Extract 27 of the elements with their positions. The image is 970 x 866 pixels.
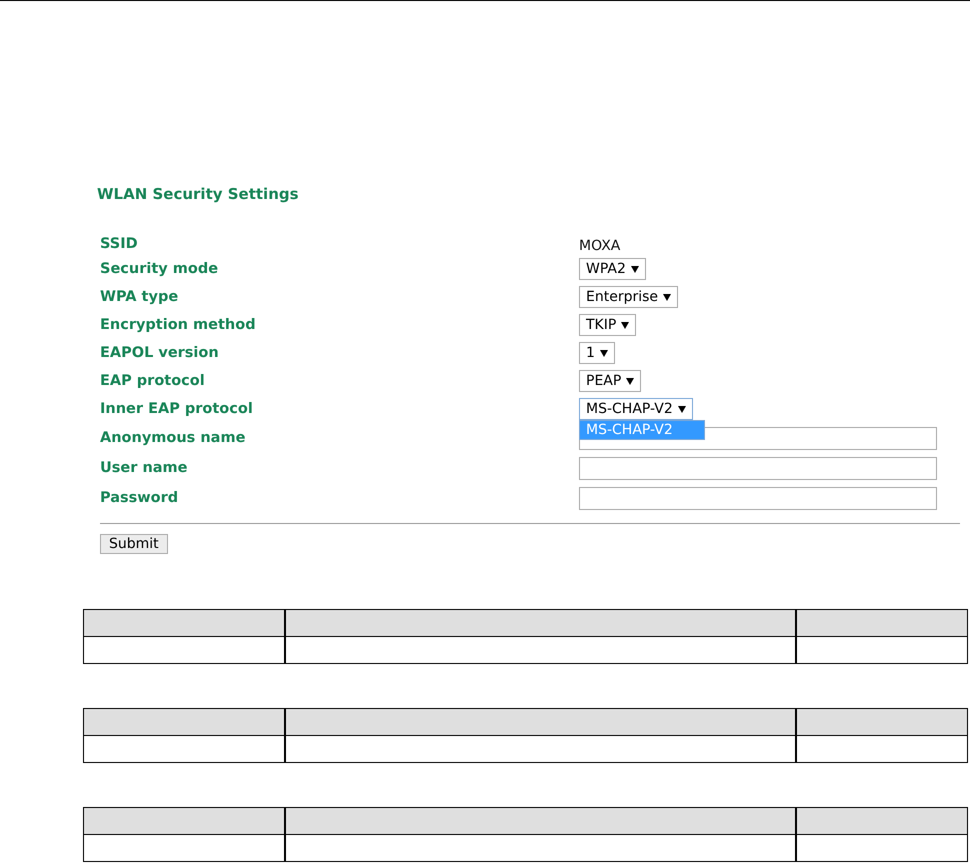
- caret-icon: [678, 406, 686, 412]
- field-label: Anonymous name: [100, 430, 246, 446]
- field-label: Security mode: [100, 261, 220, 277]
- dropdown[interactable]: WPA2: [579, 258, 646, 280]
- field-label: EAP protocol: [100, 373, 206, 389]
- dropdown[interactable]: MS-CHAP-V2: [579, 398, 693, 420]
- caret-icon: [663, 294, 672, 300]
- field-label: WPA type: [100, 289, 180, 305]
- dropdown[interactable]: TKIP: [579, 314, 636, 336]
- caret-icon: [600, 350, 608, 356]
- input-field[interactable]: [579, 486, 937, 510]
- field-label: Encryption method: [100, 317, 257, 333]
- field-label: Inner EAP protocol: [100, 401, 254, 417]
- field-label: Password: [100, 490, 180, 506]
- dropdown[interactable]: 1: [579, 342, 615, 364]
- field-label: SSID: [100, 236, 139, 252]
- submit-button[interactable]: Submit: [100, 534, 168, 554]
- input-field[interactable]: [579, 456, 937, 480]
- dropdown[interactable]: PEAP: [579, 370, 642, 392]
- section-heading: WLAN Security Settings: [97, 185, 300, 203]
- caret-icon: [626, 378, 634, 384]
- field-label: User name: [100, 460, 188, 476]
- caret-icon: [630, 266, 639, 272]
- dropdown[interactable]: Enterprise: [579, 286, 678, 308]
- field-label: EAPOL version: [100, 345, 220, 361]
- caret-icon: [621, 322, 630, 328]
- field-value: MOXA: [579, 238, 620, 254]
